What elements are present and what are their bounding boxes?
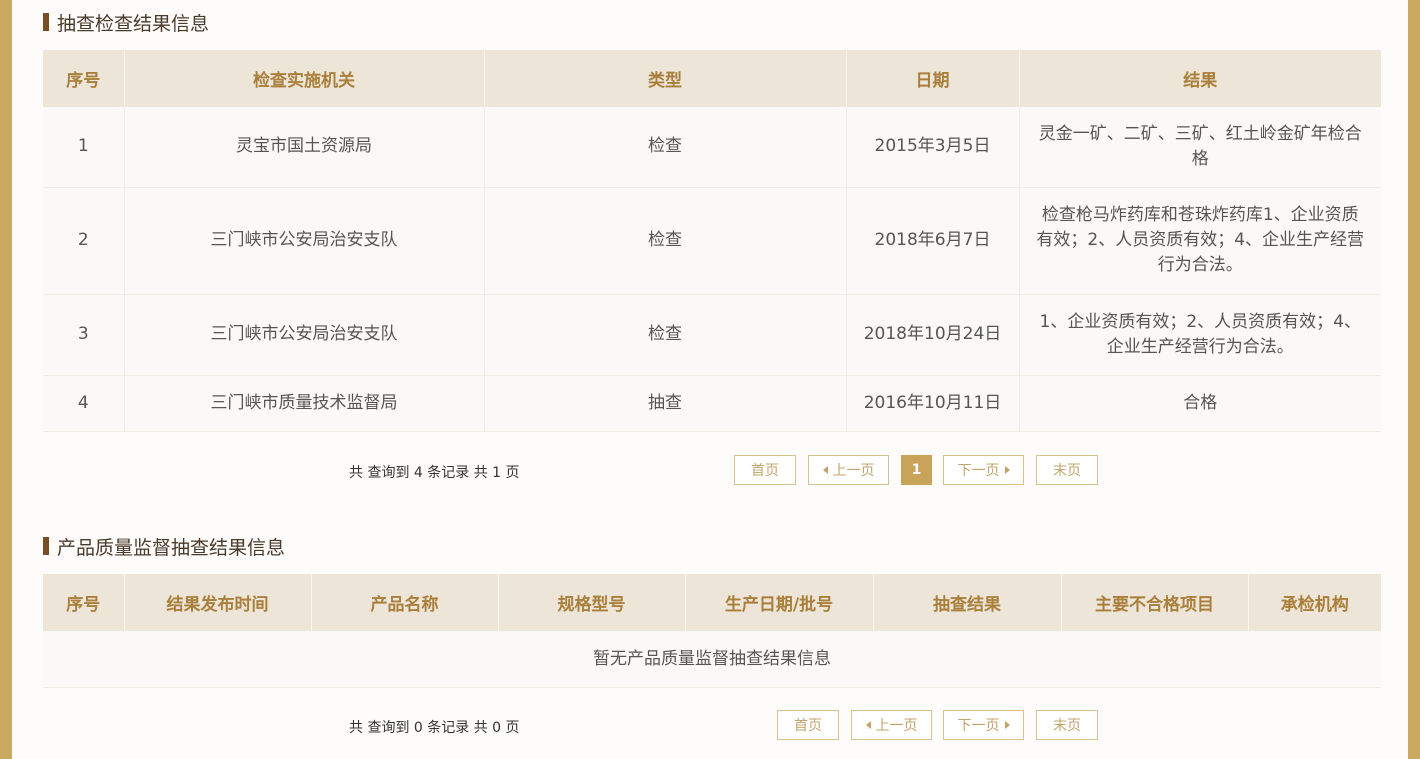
cell-agency: 三门峡市质量技术监督局 bbox=[124, 375, 485, 432]
header-date: 日期 bbox=[846, 50, 1020, 107]
inspection-table: 序号 检查实施机关 类型 日期 结果 1 灵宝市国土资源局 检查 2015年3月… bbox=[43, 50, 1381, 432]
cell-date: 2016年10月11日 bbox=[846, 375, 1020, 432]
page-1-label: 1 bbox=[911, 462, 922, 478]
header-type: 类型 bbox=[484, 50, 847, 107]
cell-agency: 三门峡市公安局治安支队 bbox=[124, 187, 485, 295]
cell-type: 抽查 bbox=[484, 375, 847, 432]
cell-agency: 三门峡市公安局治安支队 bbox=[124, 294, 485, 376]
last-page-button[interactable]: 末页 bbox=[1036, 455, 1098, 485]
caret-left-icon bbox=[865, 721, 871, 729]
quality-section-title: 产品质量监督抽查结果信息 bbox=[43, 534, 1381, 559]
prev-page-label: 上一页 bbox=[875, 718, 918, 734]
prev-page-button[interactable]: 上一页 bbox=[808, 455, 889, 485]
header-production-batch: 生产日期/批号 bbox=[685, 574, 874, 631]
table-row: 3 三门峡市公安局治安支队 检查 2018年10月24日 1、企业资质有效；2、… bbox=[43, 294, 1381, 376]
quality-pager: 共 查询到 0 条记录 共 0 页 首页 上一页 下一页 末页 bbox=[43, 710, 1381, 742]
title-marker bbox=[43, 13, 49, 31]
header-index: 序号 bbox=[43, 50, 125, 107]
header-spec-model: 规格型号 bbox=[498, 574, 686, 631]
next-page-label: 下一页 bbox=[957, 718, 1000, 734]
table-row: 4 三门峡市质量技术监督局 抽查 2016年10月11日 合格 bbox=[43, 375, 1381, 432]
quality-table: 序号 结果发布时间 产品名称 规格型号 生产日期/批号 抽查结果 主要不合格项目… bbox=[43, 574, 1381, 688]
cell-index: 2 bbox=[43, 187, 125, 295]
inspection-section: 抽查检查结果信息 bbox=[43, 10, 1381, 35]
first-page-label: 首页 bbox=[751, 463, 779, 479]
caret-right-icon bbox=[1004, 721, 1010, 729]
record-summary: 共 查询到 4 条记录 共 1 页 bbox=[349, 465, 520, 481]
quality-title-text: 产品质量监督抽查结果信息 bbox=[57, 536, 286, 559]
empty-message: 暂无产品质量监督抽查结果信息 bbox=[43, 631, 1381, 688]
next-page-button[interactable]: 下一页 bbox=[943, 710, 1024, 740]
page-1-button[interactable]: 1 bbox=[901, 455, 932, 485]
cell-type: 检查 bbox=[484, 107, 847, 188]
inspection-title-text: 抽查检查结果信息 bbox=[57, 12, 210, 35]
cell-date: 2015年3月5日 bbox=[846, 107, 1020, 188]
prev-page-label: 上一页 bbox=[832, 463, 875, 479]
next-page-label: 下一页 bbox=[957, 463, 1000, 479]
last-page-label: 末页 bbox=[1053, 463, 1081, 479]
next-page-button[interactable]: 下一页 bbox=[943, 455, 1024, 485]
inspection-header-row: 序号 检查实施机关 类型 日期 结果 bbox=[43, 50, 1381, 107]
table-row: 1 灵宝市国土资源局 检查 2015年3月5日 灵金一矿、二矿、三矿、红土岭金矿… bbox=[43, 107, 1381, 188]
cell-index: 4 bbox=[43, 375, 125, 432]
last-page-label: 末页 bbox=[1053, 718, 1081, 734]
cell-type: 检查 bbox=[484, 294, 847, 376]
header-unqualified-items: 主要不合格项目 bbox=[1061, 574, 1249, 631]
first-page-button[interactable]: 首页 bbox=[734, 455, 796, 485]
cell-type: 检查 bbox=[484, 187, 847, 295]
header-publish-time: 结果发布时间 bbox=[124, 574, 312, 631]
cell-date: 2018年6月7日 bbox=[846, 187, 1020, 295]
last-page-button[interactable]: 末页 bbox=[1036, 710, 1098, 740]
cell-date: 2018年10月24日 bbox=[846, 294, 1020, 376]
prev-page-button[interactable]: 上一页 bbox=[851, 710, 932, 740]
header-agency: 检查实施机关 bbox=[124, 50, 485, 107]
cell-result: 检查枪马炸药库和苍珠炸药库1、企业资质有效；2、人员资质有效；4、企业生产经营行… bbox=[1019, 187, 1381, 295]
header-product-name: 产品名称 bbox=[311, 574, 499, 631]
caret-left-icon bbox=[822, 466, 828, 474]
cell-result: 灵金一矿、二矿、三矿、红土岭金矿年检合格 bbox=[1019, 107, 1381, 188]
quality-header-row: 序号 结果发布时间 产品名称 规格型号 生产日期/批号 抽查结果 主要不合格项目… bbox=[43, 574, 1381, 631]
quality-section: 产品质量监督抽查结果信息 bbox=[43, 534, 1381, 559]
cell-agency: 灵宝市国土资源局 bbox=[124, 107, 485, 188]
header-testing-agency: 承检机构 bbox=[1248, 574, 1381, 631]
caret-right-icon bbox=[1004, 466, 1010, 474]
table-row: 2 三门峡市公安局治安支队 检查 2018年6月7日 检查枪马炸药库和苍珠炸药库… bbox=[43, 187, 1381, 295]
header-index: 序号 bbox=[43, 574, 125, 631]
first-page-button[interactable]: 首页 bbox=[777, 710, 839, 740]
empty-row: 暂无产品质量监督抽查结果信息 bbox=[43, 631, 1381, 688]
cell-result: 合格 bbox=[1019, 375, 1381, 432]
cell-index: 3 bbox=[43, 294, 125, 376]
inspection-pager: 共 查询到 4 条记录 共 1 页 首页 上一页 1 下一页 末页 bbox=[43, 455, 1381, 487]
cell-result: 1、企业资质有效；2、人员资质有效；4、企业生产经营行为合法。 bbox=[1019, 294, 1381, 376]
cell-index: 1 bbox=[43, 107, 125, 188]
inspection-section-title: 抽查检查结果信息 bbox=[43, 10, 1381, 35]
header-check-result: 抽查结果 bbox=[873, 574, 1062, 631]
quality-table-wrap: 序号 结果发布时间 产品名称 规格型号 生产日期/批号 抽查结果 主要不合格项目… bbox=[43, 574, 1381, 688]
header-result: 结果 bbox=[1019, 50, 1381, 107]
record-summary: 共 查询到 0 条记录 共 0 页 bbox=[349, 720, 520, 736]
first-page-label: 首页 bbox=[794, 718, 822, 734]
title-marker bbox=[43, 537, 49, 555]
inspection-table-wrap: 序号 检查实施机关 类型 日期 结果 1 灵宝市国土资源局 检查 2015年3月… bbox=[43, 50, 1381, 432]
